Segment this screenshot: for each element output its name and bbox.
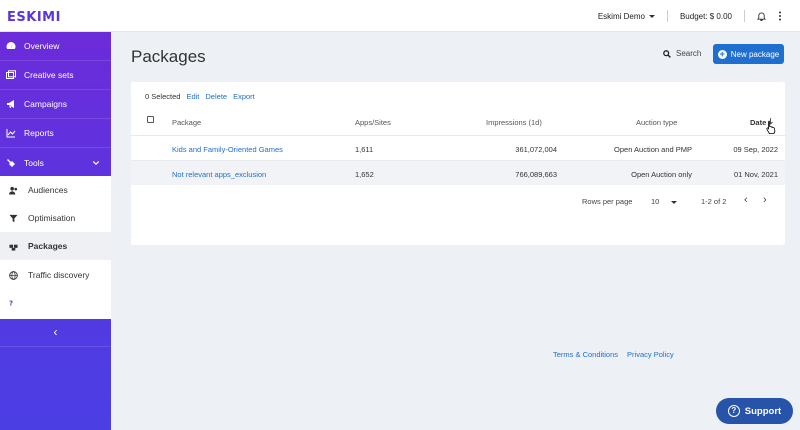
sidebar-item-label: Campaigns xyxy=(24,99,67,109)
sidebar-item-label: Traffic discovery xyxy=(28,270,90,280)
chevron-left-icon: ‹ xyxy=(53,325,58,339)
sidebar-item-campaigns[interactable]: Campaigns xyxy=(0,90,111,119)
sidebar-item-help[interactable]: ? Help xyxy=(0,289,111,318)
help-circle-icon: ? xyxy=(6,298,16,308)
terms-link[interactable]: Terms & Conditions xyxy=(553,350,618,359)
new-package-button[interactable]: + New package xyxy=(713,44,784,64)
sidebar-item-creative-sets[interactable]: Creative sets xyxy=(0,61,111,90)
impressions-value: 361,072,004 xyxy=(515,145,557,154)
auction-type-value: Open Auction and PMP xyxy=(614,145,692,154)
rows-per-page-label: Rows per page xyxy=(582,197,633,206)
rows-per-page-select[interactable]: 10 xyxy=(651,197,678,206)
page-range: 1-2 of 2 xyxy=(701,197,727,206)
account-switcher[interactable]: Eskimi Demo xyxy=(598,12,655,21)
search-icon xyxy=(663,49,671,58)
help-circle-icon: ? xyxy=(727,405,740,417)
column-header-package[interactable]: Package xyxy=(172,118,201,127)
boxes-icon xyxy=(9,244,18,251)
main-content: Packages Search + New package 0 Selected… xyxy=(111,32,800,430)
collapse-sidebar-button[interactable]: ‹ xyxy=(0,318,111,347)
table-row[interactable]: Not relevant apps_exclusion 1,652 766,08… xyxy=(131,160,785,185)
package-name-link[interactable]: Kids and Family-Oriented Games xyxy=(172,145,283,154)
chevron-down-icon xyxy=(648,14,655,18)
tools-icon xyxy=(7,158,15,167)
sidebar-item-label: Creative sets xyxy=(24,70,74,80)
megaphone-icon xyxy=(7,100,14,108)
search-label: Search xyxy=(676,49,702,58)
dashboard-icon xyxy=(6,42,16,49)
sidebar-item-optimisation[interactable]: Optimisation xyxy=(0,204,111,232)
sidebar: Overview Creative sets Campaigns Reports… xyxy=(0,32,111,430)
bell-icon[interactable] xyxy=(757,11,766,21)
edit-link[interactable]: Edit xyxy=(186,92,199,101)
topbar-right: Eskimi Demo Budget: $ 0.00 xyxy=(598,0,784,32)
logo-text: ESKIMI xyxy=(7,10,61,24)
sidebar-item-label: Optimisation xyxy=(28,213,76,223)
sidebar-item-packages[interactable]: Packages xyxy=(0,232,111,260)
privacy-link[interactable]: Privacy Policy xyxy=(627,350,674,359)
sidebar-item-label: Tools xyxy=(24,157,44,168)
support-button[interactable]: ? Support xyxy=(716,398,793,424)
pagination: Rows per page 10 1-2 of 2 ‹ › xyxy=(131,192,785,212)
more-vertical-icon[interactable] xyxy=(776,11,784,21)
sidebar-item-traffic-discovery[interactable]: Traffic discovery xyxy=(0,261,111,289)
budget-label: Budget: $ 0.00 xyxy=(679,11,732,21)
sidebar-item-label: Audiences xyxy=(28,185,68,195)
table-toolbar: 0 Selected Edit Delete Export xyxy=(145,92,255,101)
eskimi-logo[interactable]: ESKIMI xyxy=(7,8,61,24)
svg-text:?: ? xyxy=(9,300,13,308)
plus-icon: + xyxy=(717,48,727,59)
divider xyxy=(666,10,668,22)
chevron-down-icon xyxy=(671,200,678,204)
users-icon xyxy=(9,186,18,195)
pointer-cursor-icon xyxy=(766,120,776,134)
apps-sites-value: 1,652 xyxy=(355,170,374,179)
search-button[interactable]: Search xyxy=(663,49,701,58)
footer-links: Terms & Conditions Privacy Policy xyxy=(553,350,674,359)
rows-per-page-value: 10 xyxy=(651,197,660,206)
sidebar-item-label: Overview xyxy=(24,41,60,51)
packages-table-card: 0 Selected Edit Delete Export Package Ap… xyxy=(131,82,785,245)
sidebar-item-label: Help xyxy=(24,298,42,308)
selected-count: 0 Selected xyxy=(145,92,181,101)
export-link[interactable]: Export xyxy=(233,92,255,101)
sidebar-item-audiences[interactable]: Audiences xyxy=(0,176,111,204)
images-icon xyxy=(6,70,16,79)
package-name-link[interactable]: Not relevant apps_exclusion xyxy=(172,170,266,179)
column-header-auction-type[interactable]: Auction type xyxy=(636,118,677,127)
delete-link[interactable]: Delete xyxy=(205,92,227,101)
select-all-checkbox[interactable] xyxy=(147,116,154,123)
top-bar: ESKIMI Eskimi Demo Budget: $ 0.00 xyxy=(0,0,800,32)
account-name[interactable]: Eskimi Demo xyxy=(598,12,645,21)
table-row[interactable]: Kids and Family-Oriented Games 1,611 361… xyxy=(131,135,785,160)
column-header-apps-sites[interactable]: Apps/Sites xyxy=(355,118,391,127)
new-package-label: New package xyxy=(730,49,780,59)
filter-icon xyxy=(9,214,18,222)
sidebar-item-overview[interactable]: Overview xyxy=(0,32,111,61)
apps-sites-value: 1,611 xyxy=(355,145,374,154)
next-page-button[interactable]: › xyxy=(763,194,767,206)
globe-icon xyxy=(9,270,18,280)
table-header: Package Apps/Sites Impressions (1d) Auct… xyxy=(131,110,785,134)
auction-type-value: Open Auction only xyxy=(631,170,692,179)
sidebar-item-label: Reports xyxy=(24,128,54,138)
divider xyxy=(744,10,745,22)
prev-page-button[interactable]: ‹ xyxy=(744,194,748,206)
chevron-down-icon xyxy=(92,160,100,165)
impressions-value: 766,089,663 xyxy=(515,170,557,179)
date-value: 09 Sep, 2022 xyxy=(733,145,778,154)
date-value: 01 Nov, 2021 xyxy=(733,170,778,179)
page-title: Packages xyxy=(131,47,206,66)
column-header-date[interactable]: Date xyxy=(750,118,766,127)
chart-icon xyxy=(6,129,16,138)
column-header-impressions[interactable]: Impressions (1d) xyxy=(486,118,542,127)
sidebar-item-label: Packages xyxy=(28,241,68,251)
sidebar-item-reports[interactable]: Reports xyxy=(0,119,111,148)
sidebar-item-tools[interactable]: Tools xyxy=(0,148,111,177)
support-label: Support xyxy=(744,405,782,417)
